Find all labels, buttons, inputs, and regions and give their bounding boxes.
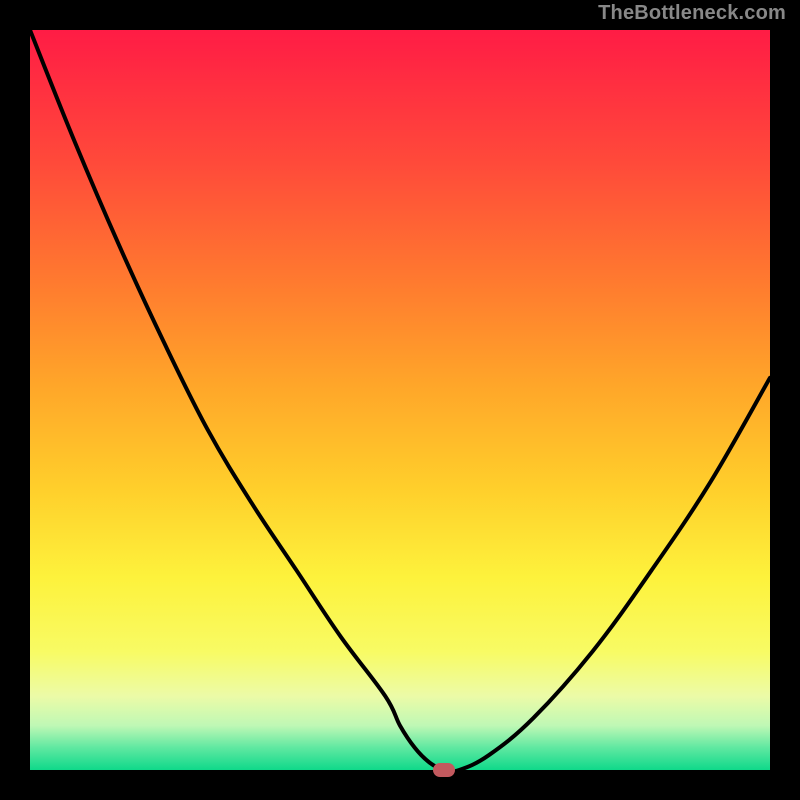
- plot-area: [30, 30, 770, 770]
- curve-path: [30, 30, 770, 772]
- optimal-marker: [433, 763, 455, 777]
- bottleneck-curve: [30, 30, 770, 770]
- chart-frame: TheBottleneck.com: [0, 0, 800, 800]
- watermark-text: TheBottleneck.com: [598, 2, 786, 25]
